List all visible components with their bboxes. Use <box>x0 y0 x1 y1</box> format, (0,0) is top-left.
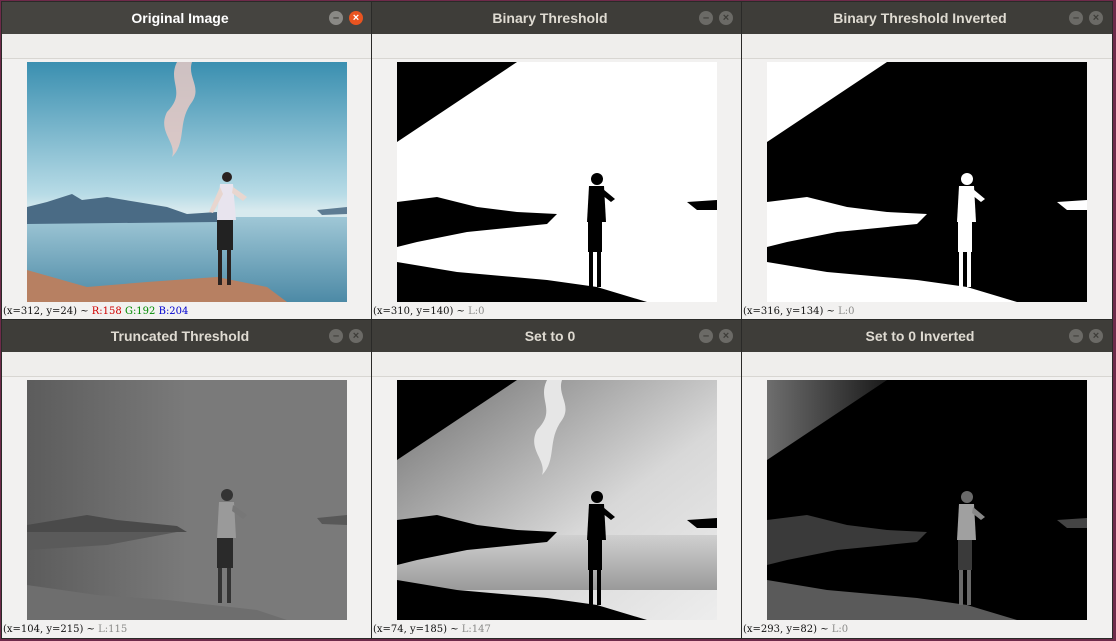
close-icon[interactable]: × <box>719 329 733 343</box>
window-set-to-zero[interactable]: Set to 0 – × (x=74, y=185) ~ L:147 <box>372 320 742 638</box>
pixel-blue: B:204 <box>158 306 189 317</box>
title-bar[interactable]: Set to 0 – × <box>372 320 742 352</box>
window-binary-threshold[interactable]: Binary Threshold – × (x=310, y=140) ~ L:… <box>372 2 742 320</box>
cursor-coords: (x=74, y=185) ~ <box>373 624 462 635</box>
cursor-coords: (x=104, y=215) ~ <box>3 624 99 635</box>
window-original-image[interactable]: Original Image – × (x=312, y=24) ~ R:158… <box>2 2 372 320</box>
close-icon[interactable]: × <box>1089 11 1103 25</box>
image-canvas[interactable] <box>27 62 347 302</box>
cursor-coords: (x=312, y=24) ~ <box>3 306 92 317</box>
pixel-luma: L:0 <box>838 306 855 317</box>
close-icon[interactable]: × <box>1089 329 1103 343</box>
minimize-icon[interactable]: – <box>699 11 713 25</box>
title-bar[interactable]: Set to 0 Inverted – × <box>742 320 1112 352</box>
minimize-icon[interactable]: – <box>699 329 713 343</box>
status-bar: (x=293, y=82) ~ L:0 <box>743 623 848 637</box>
window-title: Binary Threshold Inverted <box>833 10 1007 26</box>
window-binary-threshold-inverted[interactable]: Binary Threshold Inverted – × (x=316, y=… <box>742 2 1112 320</box>
cursor-coords: (x=293, y=82) ~ <box>743 624 832 635</box>
pixel-red: R:158 <box>91 306 122 317</box>
title-bar[interactable]: Original Image – × <box>2 2 372 34</box>
minimize-icon[interactable]: – <box>329 329 343 343</box>
window-title: Set to 0 <box>524 328 576 344</box>
title-bar[interactable]: Truncated Threshold – × <box>2 320 372 352</box>
minimize-icon[interactable]: – <box>329 11 343 25</box>
status-bar: (x=312, y=24) ~ R:158 G:192 B:204 <box>3 305 188 319</box>
toolbar <box>372 352 742 377</box>
window-truncated-threshold[interactable]: Truncated Threshold – × (x=104, y=215) ~… <box>2 320 372 638</box>
close-icon[interactable]: × <box>349 11 363 25</box>
window-title: Truncated Threshold <box>110 328 250 344</box>
image-canvas[interactable] <box>397 380 717 620</box>
window-title: Set to 0 Inverted <box>865 328 975 344</box>
status-bar: (x=310, y=140) ~ L:0 <box>373 305 485 319</box>
toolbar <box>2 352 372 377</box>
image-canvas[interactable] <box>397 62 717 302</box>
status-bar: (x=104, y=215) ~ L:115 <box>3 623 127 637</box>
minimize-icon[interactable]: – <box>1069 329 1083 343</box>
pixel-luma: L:0 <box>831 624 849 635</box>
status-bar: (x=316, y=134) ~ L:0 <box>743 305 855 319</box>
minimize-icon[interactable]: – <box>1069 11 1083 25</box>
cursor-coords: (x=310, y=140) ~ <box>373 306 469 317</box>
pixel-luma: L:147 <box>461 624 491 635</box>
title-bar[interactable]: Binary Threshold Inverted – × <box>742 2 1112 34</box>
pixel-green: G:192 <box>124 306 156 317</box>
status-bar: (x=74, y=185) ~ L:147 <box>373 623 491 637</box>
toolbar <box>742 352 1112 377</box>
image-canvas[interactable] <box>767 380 1087 620</box>
cursor-coords: (x=316, y=134) ~ <box>743 306 839 317</box>
image-canvas[interactable] <box>767 62 1087 302</box>
window-set-to-zero-inverted[interactable]: Set to 0 Inverted – × (x=293, y=82) ~ L:… <box>742 320 1112 638</box>
toolbar <box>372 34 742 59</box>
close-icon[interactable]: × <box>349 329 363 343</box>
window-title: Binary Threshold <box>492 10 608 26</box>
close-icon[interactable]: × <box>719 11 733 25</box>
image-canvas[interactable] <box>27 380 347 620</box>
window-title: Original Image <box>131 10 229 26</box>
pixel-luma: L:0 <box>468 306 485 317</box>
pixel-luma: L:115 <box>98 624 128 635</box>
toolbar <box>2 34 372 59</box>
toolbar <box>742 34 1112 59</box>
title-bar[interactable]: Binary Threshold – × <box>372 2 742 34</box>
